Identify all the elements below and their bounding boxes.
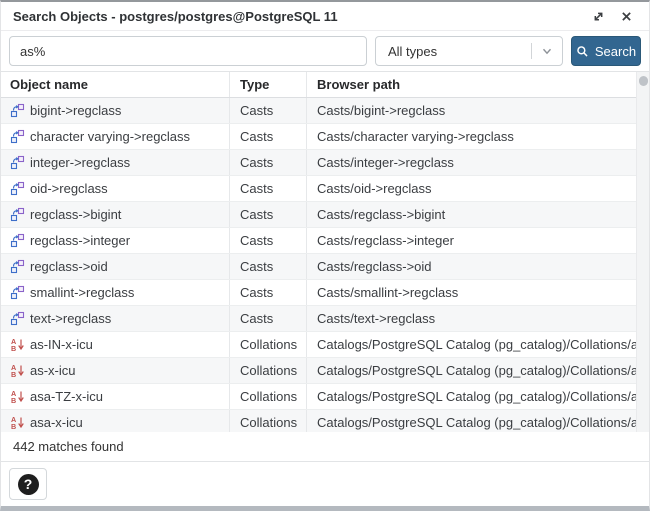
match-count-text: 442 matches found <box>13 439 124 454</box>
object-name: oid->regclass <box>30 181 108 196</box>
svg-text:B: B <box>11 396 16 404</box>
collation-icon: A B <box>10 415 25 430</box>
svg-text:B: B <box>11 370 16 378</box>
help-button[interactable]: ? <box>9 468 47 500</box>
table-row[interactable]: A B integer->regclass Casts Casts/intege… <box>1 150 636 176</box>
table-row[interactable]: A B as-IN-x-icu Collations Catalogs/Post… <box>1 332 636 358</box>
results-header: Object name Type Browser path <box>1 72 636 98</box>
object-type: Casts <box>229 254 306 279</box>
object-type: Casts <box>229 150 306 175</box>
object-browser-path: Casts/integer->regclass <box>306 150 636 175</box>
cast-icon <box>10 233 25 248</box>
object-name: bigint->regclass <box>30 103 121 118</box>
dialog-title: Search Objects - postgres/postgres@Postg… <box>13 9 587 24</box>
dialog-titlebar: Search Objects - postgres/postgres@Postg… <box>1 2 649 31</box>
object-type: Collations <box>229 410 306 432</box>
cast-icon <box>10 103 25 118</box>
object-type: Collations <box>229 332 306 357</box>
cast-icon <box>10 181 25 196</box>
search-toolbar: All types Search <box>1 31 649 71</box>
select-separator <box>531 43 532 59</box>
table-row[interactable]: A B oid->regclass Casts Casts/oid->regcl… <box>1 176 636 202</box>
object-browser-path: Catalogs/PostgreSQL Catalog (pg_catalog)… <box>306 384 636 409</box>
collation-icon: A B <box>10 337 25 352</box>
svg-text:B: B <box>11 344 16 352</box>
table-row[interactable]: A B character varying->regclass Casts Ca… <box>1 124 636 150</box>
column-header-browser-path[interactable]: Browser path <box>306 72 636 97</box>
object-name: as-x-icu <box>30 363 76 378</box>
object-name: asa-x-icu <box>30 415 83 430</box>
type-filter-select[interactable]: All types <box>375 36 563 66</box>
table-row[interactable]: A B asa-TZ-x-icu Collations Catalogs/Pos… <box>1 384 636 410</box>
search-button-label: Search <box>595 44 636 59</box>
object-browser-path: Casts/regclass->bigint <box>306 202 636 227</box>
object-browser-path: Catalogs/PostgreSQL Catalog (pg_catalog)… <box>306 410 636 432</box>
search-button[interactable]: Search <box>571 36 641 66</box>
collation-icon: A B <box>10 363 25 378</box>
help-bar: ? <box>1 462 649 506</box>
object-type: Casts <box>229 202 306 227</box>
cast-icon <box>10 285 25 300</box>
object-name: asa-TZ-x-icu <box>30 389 103 404</box>
object-browser-path: Casts/regclass->integer <box>306 228 636 253</box>
cast-icon <box>10 155 25 170</box>
collation-icon: A B <box>10 389 25 404</box>
cast-icon <box>10 259 25 274</box>
status-bar: 442 matches found <box>1 432 649 462</box>
object-type: Collations <box>229 358 306 383</box>
expand-icon[interactable] <box>587 5 609 27</box>
table-row[interactable]: A B as-x-icu Collations Catalogs/Postgre… <box>1 358 636 384</box>
object-browser-path: Catalogs/PostgreSQL Catalog (pg_catalog)… <box>306 332 636 357</box>
object-browser-path: Catalogs/PostgreSQL Catalog (pg_catalog)… <box>306 358 636 383</box>
search-icon <box>576 45 589 58</box>
table-row[interactable]: A B regclass->oid Casts Casts/regclass->… <box>1 254 636 280</box>
table-row[interactable]: A B text->regclass Casts Casts/text->reg… <box>1 306 636 332</box>
object-name: as-IN-x-icu <box>30 337 93 352</box>
object-name: smallint->regclass <box>30 285 134 300</box>
cast-icon <box>10 129 25 144</box>
object-type: Casts <box>229 176 306 201</box>
scrollbar-thumb[interactable] <box>639 76 648 86</box>
object-name: regclass->bigint <box>30 207 121 222</box>
object-name: text->regclass <box>30 311 111 326</box>
close-icon[interactable] <box>615 5 637 27</box>
table-row[interactable]: A B regclass->bigint Casts Casts/regclas… <box>1 202 636 228</box>
search-input[interactable] <box>9 36 367 66</box>
help-icon: ? <box>18 474 39 495</box>
table-row[interactable]: A B regclass->integer Casts Casts/regcla… <box>1 228 636 254</box>
object-browser-path: Casts/character varying->regclass <box>306 124 636 149</box>
table-row[interactable]: A B smallint->regclass Casts Casts/small… <box>1 280 636 306</box>
object-browser-path: Casts/oid->regclass <box>306 176 636 201</box>
object-browser-path: Casts/bigint->regclass <box>306 98 636 123</box>
object-type: Casts <box>229 98 306 123</box>
svg-text:B: B <box>11 422 16 430</box>
object-browser-path: Casts/regclass->oid <box>306 254 636 279</box>
object-name: character varying->regclass <box>30 129 190 144</box>
object-name: regclass->integer <box>30 233 130 248</box>
cast-icon <box>10 207 25 222</box>
column-header-type[interactable]: Type <box>229 72 306 97</box>
results-body: A B bigint->regclass Casts Casts/bigint-… <box>1 98 636 432</box>
object-browser-path: Casts/smallint->regclass <box>306 280 636 305</box>
object-type: Collations <box>229 384 306 409</box>
object-type: Casts <box>229 306 306 331</box>
object-name: regclass->oid <box>30 259 108 274</box>
results-grid: Object name Type Browser path A <box>1 71 649 432</box>
type-filter-value: All types <box>388 44 531 59</box>
table-row[interactable]: A B bigint->regclass Casts Casts/bigint-… <box>1 98 636 124</box>
object-type: Casts <box>229 124 306 149</box>
object-name: integer->regclass <box>30 155 130 170</box>
cast-icon <box>10 311 25 326</box>
vertical-scrollbar[interactable] <box>636 72 649 432</box>
object-browser-path: Casts/text->regclass <box>306 306 636 331</box>
object-type: Casts <box>229 228 306 253</box>
table-row[interactable]: A B asa-x-icu Collations Catalogs/Postgr… <box>1 410 636 432</box>
object-type: Casts <box>229 280 306 305</box>
column-header-object-name[interactable]: Object name <box>1 77 229 92</box>
search-objects-dialog: Search Objects - postgres/postgres@Postg… <box>0 0 650 511</box>
chevron-down-icon <box>540 44 554 58</box>
